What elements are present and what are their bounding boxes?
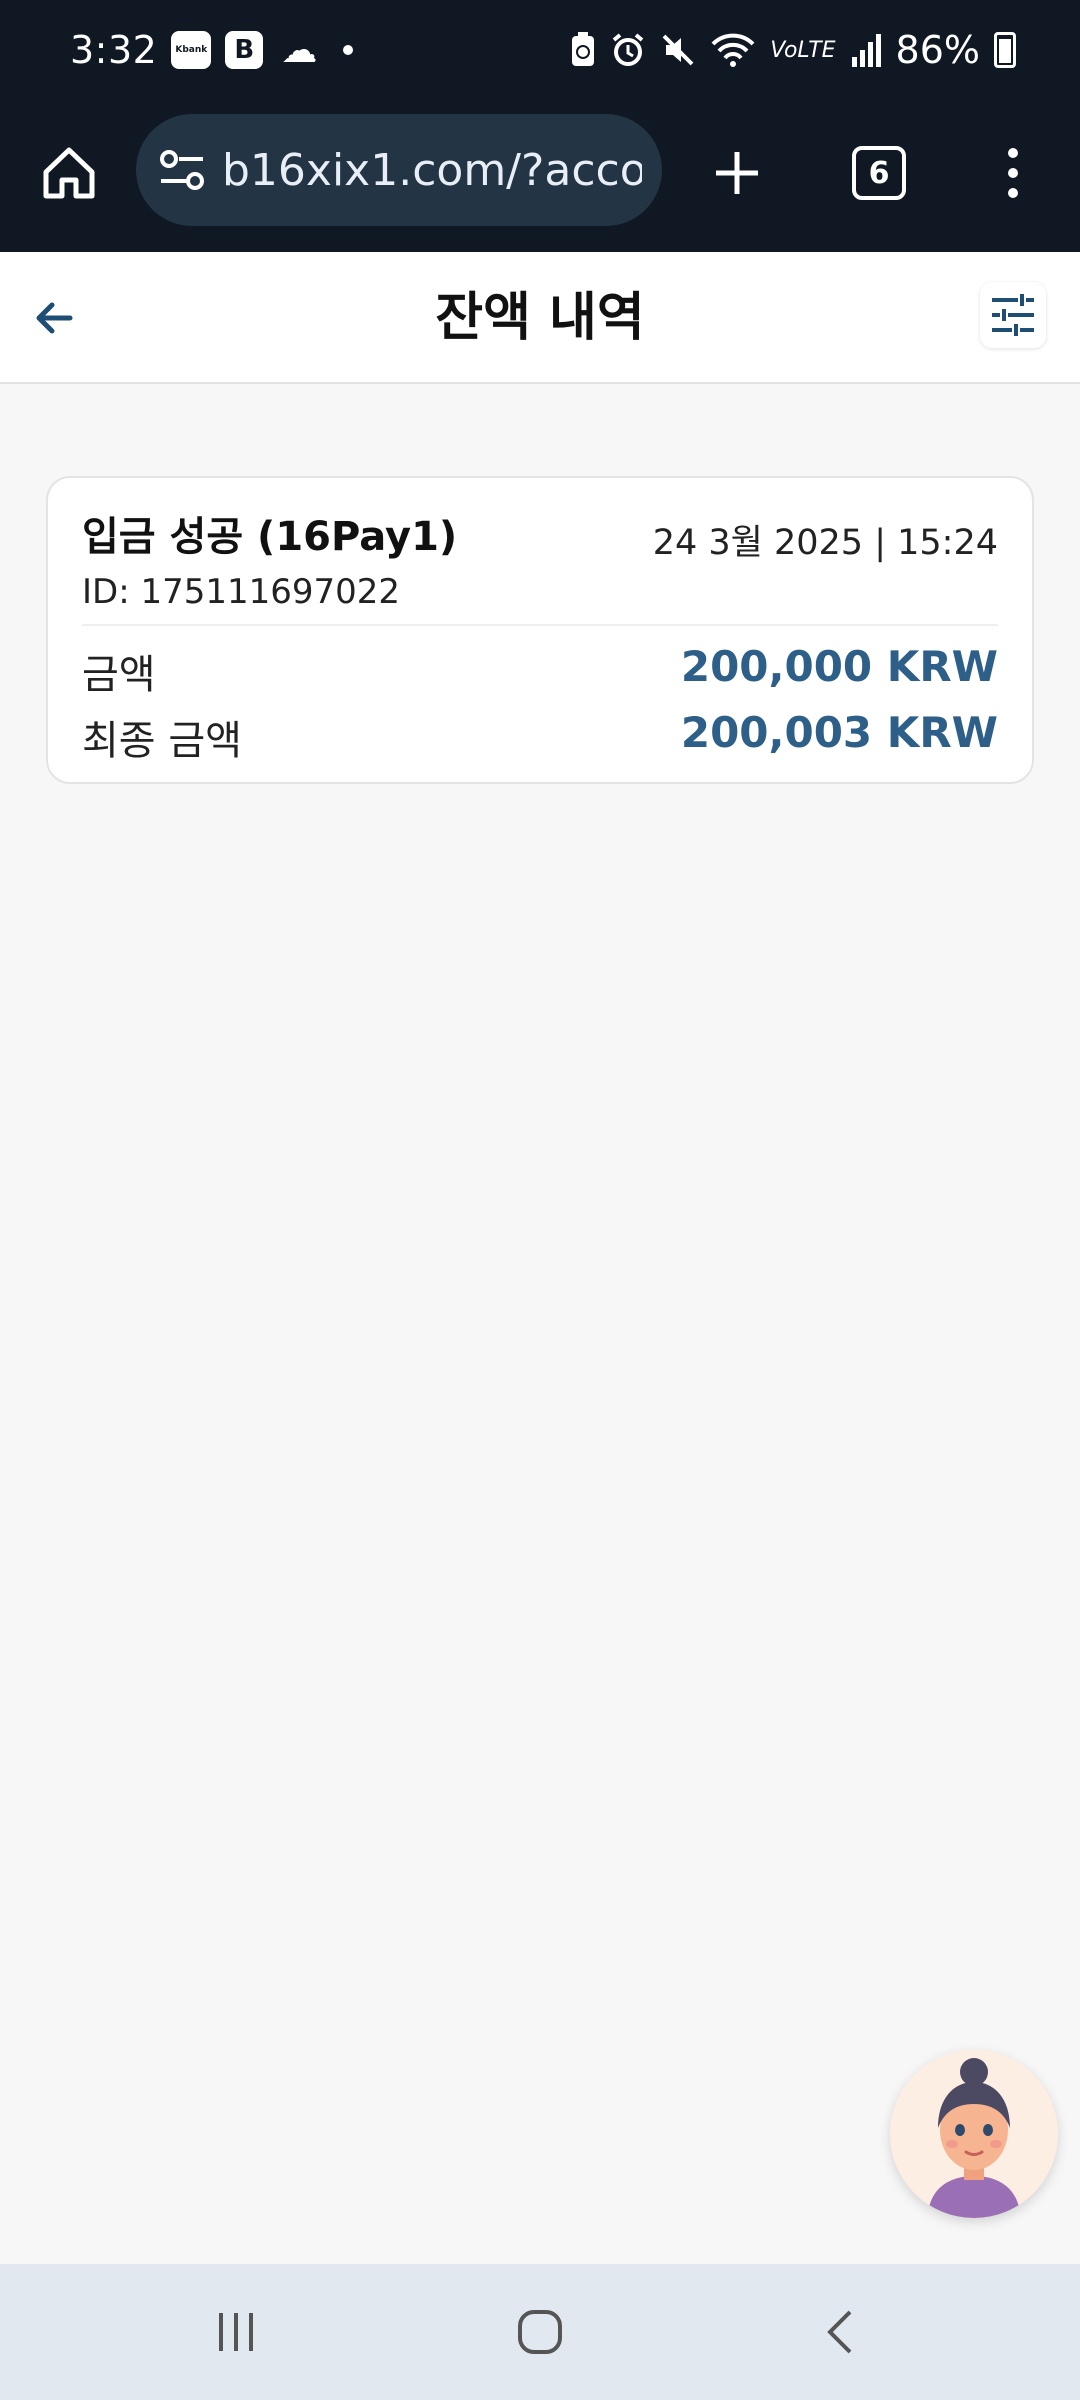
recents-button[interactable] xyxy=(196,2294,276,2370)
app-header: 잔액 내역 xyxy=(0,252,1080,384)
final-amount-label: 최종 금액 xyxy=(82,718,242,764)
filter-sliders-icon xyxy=(992,294,1034,336)
back-button[interactable] xyxy=(28,292,80,344)
alarm-icon xyxy=(610,31,646,69)
home-button[interactable] xyxy=(36,140,102,206)
mute-icon xyxy=(660,31,696,69)
battery-percent: 86% xyxy=(895,28,980,72)
more-vert-icon xyxy=(1008,148,1018,198)
url-bar[interactable]: b16xix1.com/?accour xyxy=(136,114,662,226)
status-time: 3:32 xyxy=(70,28,158,72)
home-nav-button[interactable] xyxy=(500,2294,580,2370)
back-nav-button[interactable] xyxy=(800,2294,880,2370)
home-icon xyxy=(43,147,95,199)
home-nav-icon xyxy=(518,2310,562,2354)
more-notifications-dot xyxy=(343,45,354,55)
back-nav-icon xyxy=(827,2310,852,2354)
b-app-icon: B xyxy=(225,31,264,69)
new-tab-button[interactable] xyxy=(704,140,770,206)
status-left: 3:32 Kbank B ☁ xyxy=(70,28,354,72)
plus-icon xyxy=(716,152,758,194)
url-text: b16xix1.com/?accour xyxy=(222,144,642,196)
battery-icon xyxy=(994,32,1016,68)
battery-saver-icon xyxy=(570,31,596,69)
status-bar: 3:32 Kbank B ☁ VoLTE 86% xyxy=(0,0,1080,110)
tab-switcher-button[interactable]: 6 xyxy=(852,146,906,200)
system-nav-bar xyxy=(0,2264,1080,2400)
cloud-app-icon: ☁ xyxy=(281,29,318,71)
avatar-icon xyxy=(890,2050,1058,2218)
card-divider xyxy=(82,624,998,626)
amount-label: 금액 xyxy=(82,652,156,698)
support-avatar-button[interactable] xyxy=(890,2050,1058,2218)
signal-icon xyxy=(850,31,882,69)
menu-button[interactable] xyxy=(990,140,1036,206)
amount-value: 200,000 KRW xyxy=(680,642,998,691)
wifi-icon xyxy=(710,31,756,69)
arrow-left-icon xyxy=(36,302,73,334)
final-amount-value: 200,003 KRW xyxy=(680,708,998,757)
volte-icon: VoLTE xyxy=(770,37,836,63)
page-title: 잔액 내역 xyxy=(435,288,645,348)
url-row: b16xix1.com/?accour 6 xyxy=(0,110,1080,252)
transaction-id: ID: 175111697022 xyxy=(82,572,401,612)
browser-chrome: 3:32 Kbank B ☁ VoLTE 86% b16xix1.com/?ac… xyxy=(0,0,1080,252)
transaction-title: 입금 성공 (16Pay1) xyxy=(82,514,458,560)
site-settings-icon[interactable] xyxy=(158,146,206,194)
filter-button[interactable] xyxy=(980,282,1046,348)
kbank-app-icon: Kbank xyxy=(171,31,212,69)
status-right: VoLTE 86% xyxy=(570,28,1016,72)
transaction-card[interactable]: 입금 성공 (16Pay1) 24 3월 2025 | 15:24 ID: 17… xyxy=(46,476,1034,784)
recents-icon xyxy=(219,2313,253,2351)
transaction-date: 24 3월 2025 | 15:24 xyxy=(652,523,998,563)
